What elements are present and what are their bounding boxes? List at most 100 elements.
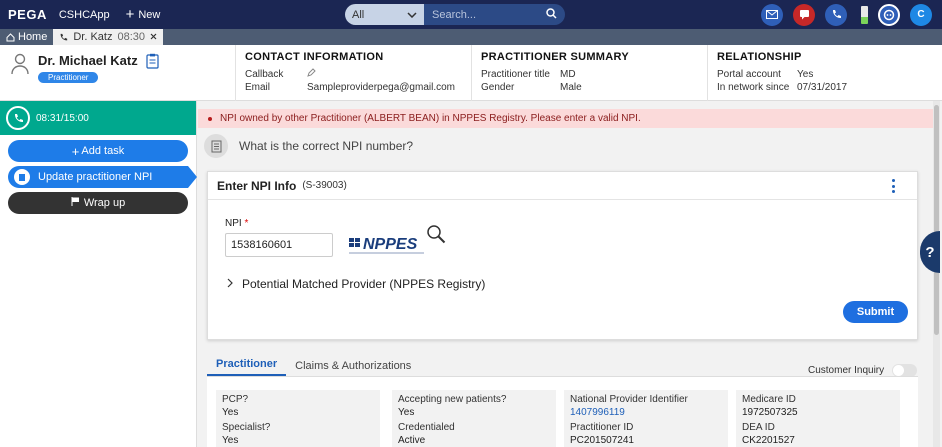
user-avatar[interactable]: C — [910, 3, 932, 26]
more-actions-icon[interactable] — [892, 179, 895, 193]
app-header: PEGA CSHCApp + New All Search... C — [0, 0, 942, 29]
assistant-icon[interactable] — [878, 3, 900, 26]
tab-claims-authorizations[interactable]: Claims & Authorizations — [286, 360, 420, 376]
submit-button[interactable]: Submit — [843, 301, 908, 323]
nppes-logo[interactable]: NPPES — [347, 224, 452, 258]
contact-name: Dr. Michael Katz — [38, 53, 138, 68]
call-timer: 08:31/15:00 — [0, 101, 196, 135]
help-button[interactable]: ? — [920, 231, 940, 273]
timer-value: 08:31/15:00 — [36, 112, 89, 124]
app-name[interactable]: CSHCApp — [59, 9, 110, 21]
practitioner-id-value: PC201507241 — [570, 435, 634, 446]
add-task-label: Add task — [81, 145, 125, 157]
phone-icon[interactable] — [825, 3, 847, 26]
practitioner-details: PCP? Yes Specialist? Yes Accepting new p… — [207, 376, 918, 447]
email-value: Sampleproviderpega@gmail.com — [307, 82, 455, 93]
credentialed-label: Credentialed — [398, 422, 455, 433]
matched-provider-toggle[interactable]: Potential Matched Provider (NPPES Regist… — [227, 277, 485, 291]
card-header: Enter NPI Info (S-39003) — [208, 172, 917, 200]
interaction-sidebar: 08:31/15:00 + Add task Update practition… — [0, 101, 197, 447]
nppes-logo-text: NPPES — [363, 236, 418, 253]
search-input[interactable]: Search... — [424, 4, 565, 25]
task-label: Update practitioner NPI — [38, 171, 153, 183]
error-alert: NPI owned by other Practitioner (ALBERT … — [198, 109, 933, 128]
email-label: Email — [245, 82, 271, 93]
practitioner-title-label: Practitioner title — [481, 69, 550, 80]
clipboard-icon[interactable] — [146, 53, 159, 69]
details-column: Accepting new patients? Yes Credentialed… — [392, 390, 556, 447]
plus-icon: + — [125, 6, 135, 23]
accepting-value: Yes — [398, 407, 415, 418]
relationship-section: RELATIONSHIP Portal account Yes In netwo… — [707, 45, 942, 101]
enter-npi-card: Enter NPI Info (S-39003) NPI * 153816060… — [207, 171, 918, 340]
header-icons: C — [751, 0, 942, 29]
search-scope-value: All — [352, 8, 365, 21]
contact-header: Dr. Michael Katz Practitioner CONTACT IN… — [0, 45, 942, 101]
phone-icon — [6, 106, 30, 130]
new-label: New — [138, 8, 161, 21]
search-icon[interactable] — [546, 7, 557, 22]
tab-dr-katz[interactable]: Dr. Katz 08:30 — [53, 29, 163, 45]
add-task-button[interactable]: + Add task — [8, 140, 188, 162]
medicare-id-label: Medicare ID — [742, 394, 796, 405]
email-icon[interactable] — [761, 3, 783, 26]
accepting-label: Accepting new patients? — [398, 394, 507, 405]
dea-id-value: CK2201527 — [742, 435, 795, 446]
customer-inquiry-label: Customer Inquiry — [808, 365, 885, 376]
interaction-tabs: Home Dr. Katz 08:30 — [0, 29, 942, 45]
tab-home[interactable]: Home — [0, 29, 53, 45]
practitioner-title-value: MD — [560, 69, 576, 80]
section-title: RELATIONSHIP — [717, 51, 802, 63]
specialist-value: Yes — [222, 435, 239, 446]
matched-provider-label: Potential Matched Provider (NPPES Regist… — [242, 277, 486, 291]
chevron-right-icon — [227, 278, 233, 291]
agent-prompt: What is the correct NPI number? — [204, 134, 413, 158]
portal-account-label: Portal account — [717, 69, 781, 80]
credentialed-value: Active — [398, 435, 426, 446]
in-network-value: 07/31/2017 — [797, 82, 848, 93]
close-icon[interactable] — [150, 31, 157, 43]
chat-icon[interactable] — [793, 3, 815, 26]
person-icon — [11, 53, 29, 75]
contact-type-badge: Practitioner — [38, 72, 99, 83]
portal-account-value: Yes — [797, 69, 814, 80]
npi-label: NPI * — [225, 218, 248, 229]
pcp-value: Yes — [222, 407, 239, 418]
contact-information-section: CONTACT INFORMATION Callback Email Sampl… — [235, 45, 471, 101]
required-marker: * — [244, 218, 249, 229]
bullet-icon — [208, 116, 212, 121]
case-id: (S-39003) — [302, 180, 347, 191]
gender-value: Male — [560, 82, 582, 93]
specialist-label: Specialist? — [222, 422, 271, 433]
vertical-scrollbar[interactable] — [933, 101, 940, 447]
npi-id-link[interactable]: 1407996119 — [570, 406, 722, 419]
tab-active-time: 08:30 — [117, 31, 145, 43]
search-scope-select[interactable]: All — [345, 4, 424, 25]
document-icon — [204, 134, 228, 158]
practitioner-id-label: Practitioner ID — [570, 422, 634, 433]
task-update-practitioner-npi[interactable]: Update practitioner NPI — [8, 166, 197, 188]
chevron-down-icon — [407, 9, 417, 21]
dea-id-label: DEA ID — [742, 422, 775, 433]
wrap-up-label: Wrap up — [83, 197, 126, 209]
flag-icon — [71, 197, 80, 209]
details-column: National Provider Identifier 1407996119 … — [564, 390, 728, 447]
npi-input[interactable]: 1538160601 — [225, 233, 333, 257]
new-button[interactable]: + New — [126, 7, 161, 22]
medicare-id-value: 1972507325 — [742, 407, 798, 418]
tab-practitioner[interactable]: Practitioner — [207, 358, 287, 376]
tab-home-label: Home — [18, 31, 48, 43]
npi-id-label: National Provider Identifier — [570, 394, 688, 405]
gender-label: Gender — [481, 82, 515, 93]
npi-label-text: NPI — [225, 218, 242, 229]
wrap-up-button[interactable]: Wrap up — [8, 192, 188, 214]
phone-icon — [60, 33, 68, 40]
card-title: Enter NPI Info — [217, 178, 297, 193]
pencil-icon[interactable] — [307, 68, 316, 81]
main-workarea: NPI owned by other Practitioner (ALBERT … — [198, 101, 942, 447]
signal-level-indicator — [861, 5, 868, 24]
document-icon — [14, 169, 30, 185]
scrollbar-thumb[interactable] — [934, 105, 939, 335]
plus-icon: + — [71, 143, 80, 159]
home-icon — [6, 32, 15, 41]
